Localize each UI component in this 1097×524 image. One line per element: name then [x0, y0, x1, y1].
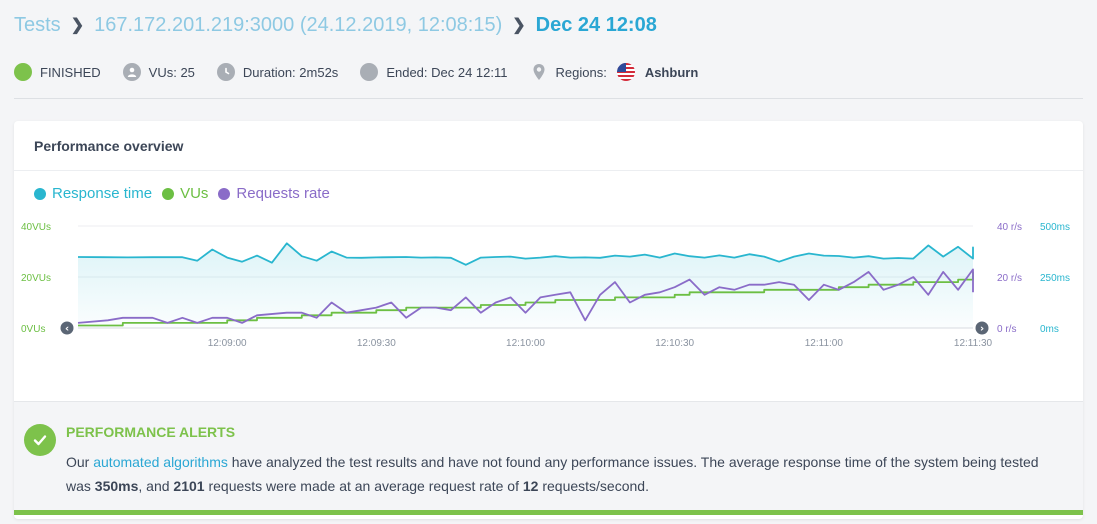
alerts-title: PERFORMANCE ALERTS [66, 424, 236, 440]
chevron-right-icon: ❯ [70, 17, 85, 34]
left-axis-tick-label: 40VUs [21, 222, 51, 233]
performance-alerts: PERFORMANCE ALERTS Our automated algorit… [14, 401, 1083, 515]
right-axis-time-tick-label: 250ms [1040, 273, 1070, 284]
check-icon [24, 424, 56, 456]
x-axis-tick-label: 12:10:30 [655, 338, 694, 349]
legend-response-time[interactable]: Response time [34, 185, 152, 202]
chart-legend: Response time VUs Requests rate [34, 185, 330, 202]
clock-icon [216, 63, 235, 81]
status-dot-icon [14, 63, 32, 81]
right-axis-rate-tick-label: 0 r/s [997, 324, 1016, 335]
legend-response-time-label: Response time [52, 185, 153, 202]
breadcrumb-test-link[interactable]: 167.172.201.219:3000 (24.12.2019, 12:08:… [94, 14, 502, 37]
alerts-text-part: requests were made at an average request… [204, 478, 523, 494]
alerts-text-part: Our [66, 454, 94, 470]
status-finished: FINISHED [14, 63, 101, 81]
legend-dot-icon [162, 187, 175, 200]
alerts-text: Our automated algorithms have analyzed t… [66, 450, 1066, 498]
duration-label: Duration: 2m52s [242, 64, 339, 80]
chevron-left-icon: ‹ [65, 324, 69, 335]
regions-label: Regions: [555, 64, 607, 80]
right-axis-rate-tick-label: 40 r/s [997, 222, 1022, 233]
x-axis-tick-label: 12:11:00 [805, 338, 844, 349]
stat-vus: VUs: 25 [122, 63, 195, 81]
rate-value: 12 [522, 478, 539, 494]
card-title: Performance overview [34, 138, 184, 154]
alerts-status-bar [14, 510, 1083, 515]
avg-response-value: 350ms [94, 478, 139, 494]
alerts-text-part: requests/second. [538, 478, 649, 494]
run-status-bar: FINISHED VUs: 25 Duration: 2m52s Ended: … [14, 60, 720, 84]
right-axis-rate-tick-label: 20 r/s [997, 273, 1022, 284]
performance-chart[interactable]: 0VUs 20VUs 40VUs 0 r/s 20 r/s 40 r/s 0ms 250ms 5… [14, 211, 1083, 361]
us-flag-icon [616, 63, 635, 81]
region-name: Ashburn [644, 64, 699, 80]
x-axis-tick-label: 12:11:30 [954, 338, 993, 349]
status-label: FINISHED [40, 64, 101, 80]
user-icon [122, 63, 141, 81]
card-title-divider [14, 170, 1083, 171]
stat-regions: Regions: Ashburn [530, 63, 699, 81]
legend-requests-rate[interactable]: Requests rate [218, 185, 330, 202]
legend-vus[interactable]: VUs [162, 185, 208, 202]
header-divider [14, 98, 1083, 99]
requests-value: 2101 [173, 478, 205, 494]
right-axis-time-tick-label: 500ms [1040, 222, 1070, 233]
ended-icon [360, 63, 379, 81]
x-axis-tick-label: 12:09:30 [357, 338, 396, 349]
chevron-right-icon: › [980, 324, 984, 335]
right-axis-time-tick-label: 0ms [1040, 324, 1059, 335]
legend-dot-icon [34, 187, 46, 200]
stat-ended: Ended: Dec 24 12:11 [360, 63, 508, 81]
legend-vus-label: VUs [180, 185, 209, 202]
x-axis-tick-label: 12:09:00 [208, 338, 247, 349]
alerts-text-part: , and [138, 478, 174, 494]
performance-overview-card: Performance overview Response time VUs R… [14, 121, 1083, 519]
x-axis-tick-label: 12:10:00 [506, 338, 545, 349]
breadcrumb: Tests ❯ 167.172.201.219:3000 (24.12.2019… [14, 10, 657, 40]
chevron-right-icon: ❯ [512, 17, 526, 34]
location-pin-icon [530, 63, 548, 81]
stat-duration: Duration: 2m52s [216, 63, 339, 81]
ended-label: Ended: Dec 24 12:11 [386, 64, 508, 80]
automated-algorithms-link[interactable]: automated algorithms [93, 454, 228, 470]
legend-requests-rate-label: Requests rate [236, 185, 330, 202]
breadcrumb-current: Dec 24 12:08 [535, 13, 657, 36]
left-axis-tick-label: 20VUs [21, 273, 51, 284]
vus-label: VUs: 25 [148, 64, 195, 80]
left-axis-tick-label: 0VUs [21, 324, 45, 335]
legend-dot-icon [218, 187, 231, 200]
breadcrumb-tests-link[interactable]: Tests [14, 14, 61, 37]
